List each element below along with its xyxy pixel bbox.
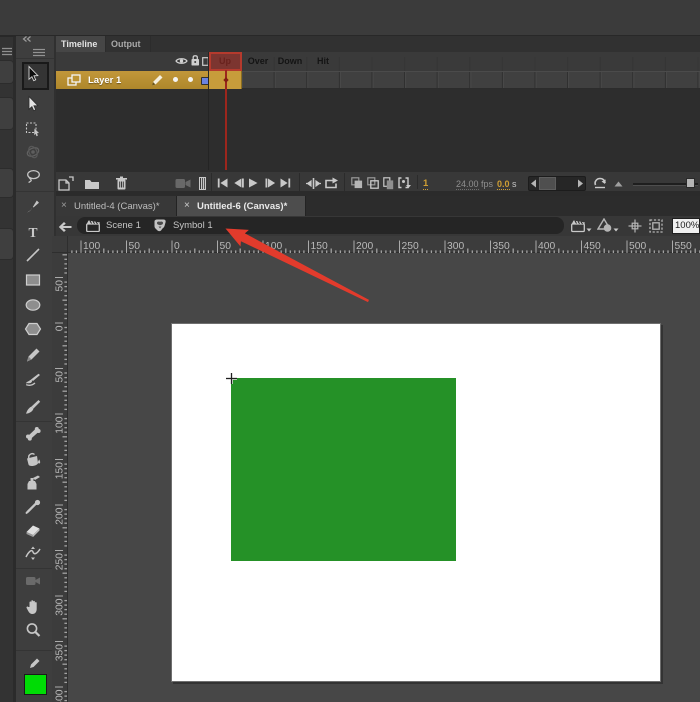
svg-text:300: 300 [447,241,464,252]
svg-text:200: 200 [55,507,66,524]
svg-text:400: 400 [538,241,555,252]
svg-text:350: 350 [493,241,510,252]
svg-text:100: 100 [55,416,66,433]
svg-text:100: 100 [83,241,100,252]
svg-text:0: 0 [55,325,66,331]
svg-text:500: 500 [629,241,646,252]
svg-text:50: 50 [129,241,141,252]
svg-text:100: 100 [265,241,282,252]
svg-text:50: 50 [55,280,66,292]
svg-text:50: 50 [220,241,232,252]
svg-text:250: 250 [55,553,66,570]
svg-text:200: 200 [356,241,373,252]
svg-text:T: T [28,225,37,240]
svg-text:350: 350 [55,644,66,661]
svg-text:150: 150 [55,462,66,479]
svg-text:250: 250 [402,241,419,252]
svg-text:400: 400 [55,689,66,702]
svg-text:150: 150 [311,241,328,252]
svg-text:50: 50 [55,371,66,383]
svg-text:0: 0 [174,241,180,252]
svg-text:550: 550 [675,241,692,252]
svg-text:450: 450 [584,241,601,252]
svg-text:300: 300 [55,598,66,615]
